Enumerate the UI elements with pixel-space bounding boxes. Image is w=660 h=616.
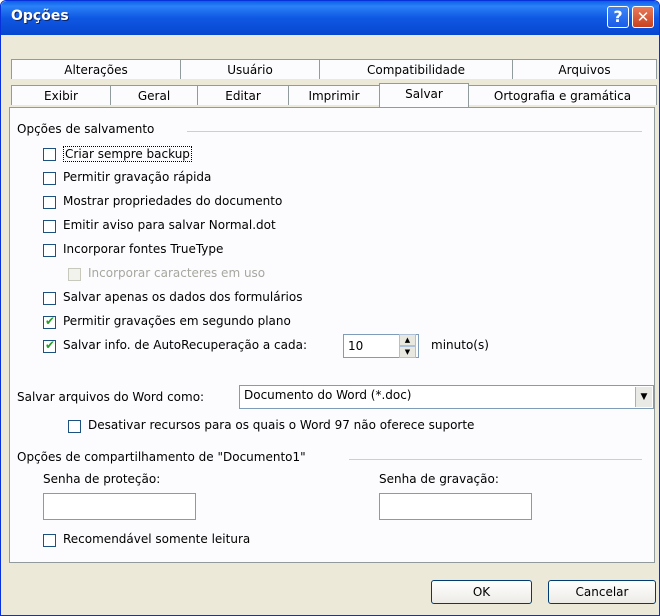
save-as-label: Salvar arquivos do Word como: xyxy=(17,390,205,404)
sharing-options-title: Opções de compartilhamento de "Documento… xyxy=(17,450,306,464)
readonly-recommended-label[interactable]: Recomendável somente leitura xyxy=(63,532,250,546)
autorecover-label[interactable]: Salvar info. de AutoRecuperação a cada: xyxy=(63,338,307,352)
embed-truetype-label[interactable]: Incorporar fontes TrueType xyxy=(63,242,223,256)
doc-properties-checkbox[interactable] xyxy=(43,196,56,209)
spin-down-icon[interactable]: ▼ xyxy=(399,346,416,358)
ok-button[interactable]: OK xyxy=(431,580,532,604)
password-open-input[interactable] xyxy=(43,493,196,520)
disable-word97-features-label[interactable]: Desativar recursos para os quais o Word … xyxy=(88,418,474,432)
fast-save-label[interactable]: Permitir gravação rápida xyxy=(63,170,211,184)
normal-dot-prompt-checkbox[interactable] xyxy=(43,220,56,233)
tab-editar[interactable]: Editar xyxy=(197,85,289,105)
group-divider xyxy=(187,131,642,132)
tab-ortografia[interactable]: Ortografia e gramática xyxy=(468,85,657,105)
disable-word97-features-checkbox[interactable] xyxy=(68,420,81,433)
minutes-spinner[interactable]: ▲ ▼ xyxy=(399,334,416,358)
readonly-recommended-checkbox[interactable] xyxy=(43,534,56,547)
tab-salvar[interactable]: Salvar xyxy=(379,83,469,107)
cancel-button[interactable]: Cancelar xyxy=(548,580,656,604)
normal-dot-prompt-label[interactable]: Emitir aviso para salvar Normal.dot xyxy=(63,218,276,232)
options-dialog: Opções ? ✕ Alterações Usuário Compatibil… xyxy=(0,0,660,616)
window-title: Opções xyxy=(11,8,69,24)
embed-truetype-checkbox[interactable] xyxy=(43,244,56,257)
autorecover-checkbox[interactable]: ✔ xyxy=(43,338,56,353)
checkmark-icon: ✔ xyxy=(45,338,56,352)
close-button[interactable]: ✕ xyxy=(632,6,654,28)
tab-geral[interactable]: Geral xyxy=(110,85,198,105)
tab-exibir[interactable]: Exibir xyxy=(11,85,111,105)
group-divider xyxy=(349,459,642,460)
doc-properties-label[interactable]: Mostrar propriedades do documento xyxy=(63,194,282,208)
tab-alteracoes[interactable]: Alterações xyxy=(11,59,181,79)
background-save-label[interactable]: Permitir gravações em segundo plano xyxy=(63,314,291,328)
form-data-only-checkbox[interactable] xyxy=(43,292,56,305)
spin-up-icon[interactable]: ▲ xyxy=(399,334,416,346)
tab-imprimir[interactable]: Imprimir xyxy=(288,85,380,105)
tab-arquivos[interactable]: Arquivos xyxy=(512,59,657,79)
tab-usuario[interactable]: Usuário xyxy=(180,59,320,79)
password-modify-label: Senha de gravação: xyxy=(379,472,499,486)
dropdown-arrow-icon[interactable]: ▼ xyxy=(635,387,652,407)
checkmark-icon: ✔ xyxy=(45,314,56,328)
embed-chars-checkbox xyxy=(68,268,81,281)
create-backup-label[interactable]: Criar sempre backup xyxy=(63,146,192,162)
save-as-format-select[interactable]: Documento do Word (*.doc) ▼ xyxy=(239,385,654,409)
background-save-checkbox[interactable]: ✔ xyxy=(43,314,56,329)
title-bar[interactable]: Opções ? ✕ xyxy=(1,1,659,35)
minutes-unit-label: minuto(s) xyxy=(431,338,489,352)
embed-chars-label: Incorporar caracteres em uso xyxy=(88,266,266,280)
help-button[interactable]: ? xyxy=(607,6,629,28)
fast-save-checkbox[interactable] xyxy=(43,172,56,185)
autorecover-minutes-value: 10 xyxy=(348,339,364,353)
form-data-only-label[interactable]: Salvar apenas os dados dos formulários xyxy=(63,290,302,304)
save-as-format-value: Documento do Word (*.doc) xyxy=(244,388,412,402)
tab-compatibilidade[interactable]: Compatibilidade xyxy=(319,59,513,79)
save-options-title: Opções de salvamento xyxy=(17,122,155,136)
password-modify-input[interactable] xyxy=(379,493,532,520)
create-backup-checkbox[interactable] xyxy=(43,148,56,161)
password-open-label: Senha de proteção: xyxy=(43,472,161,486)
